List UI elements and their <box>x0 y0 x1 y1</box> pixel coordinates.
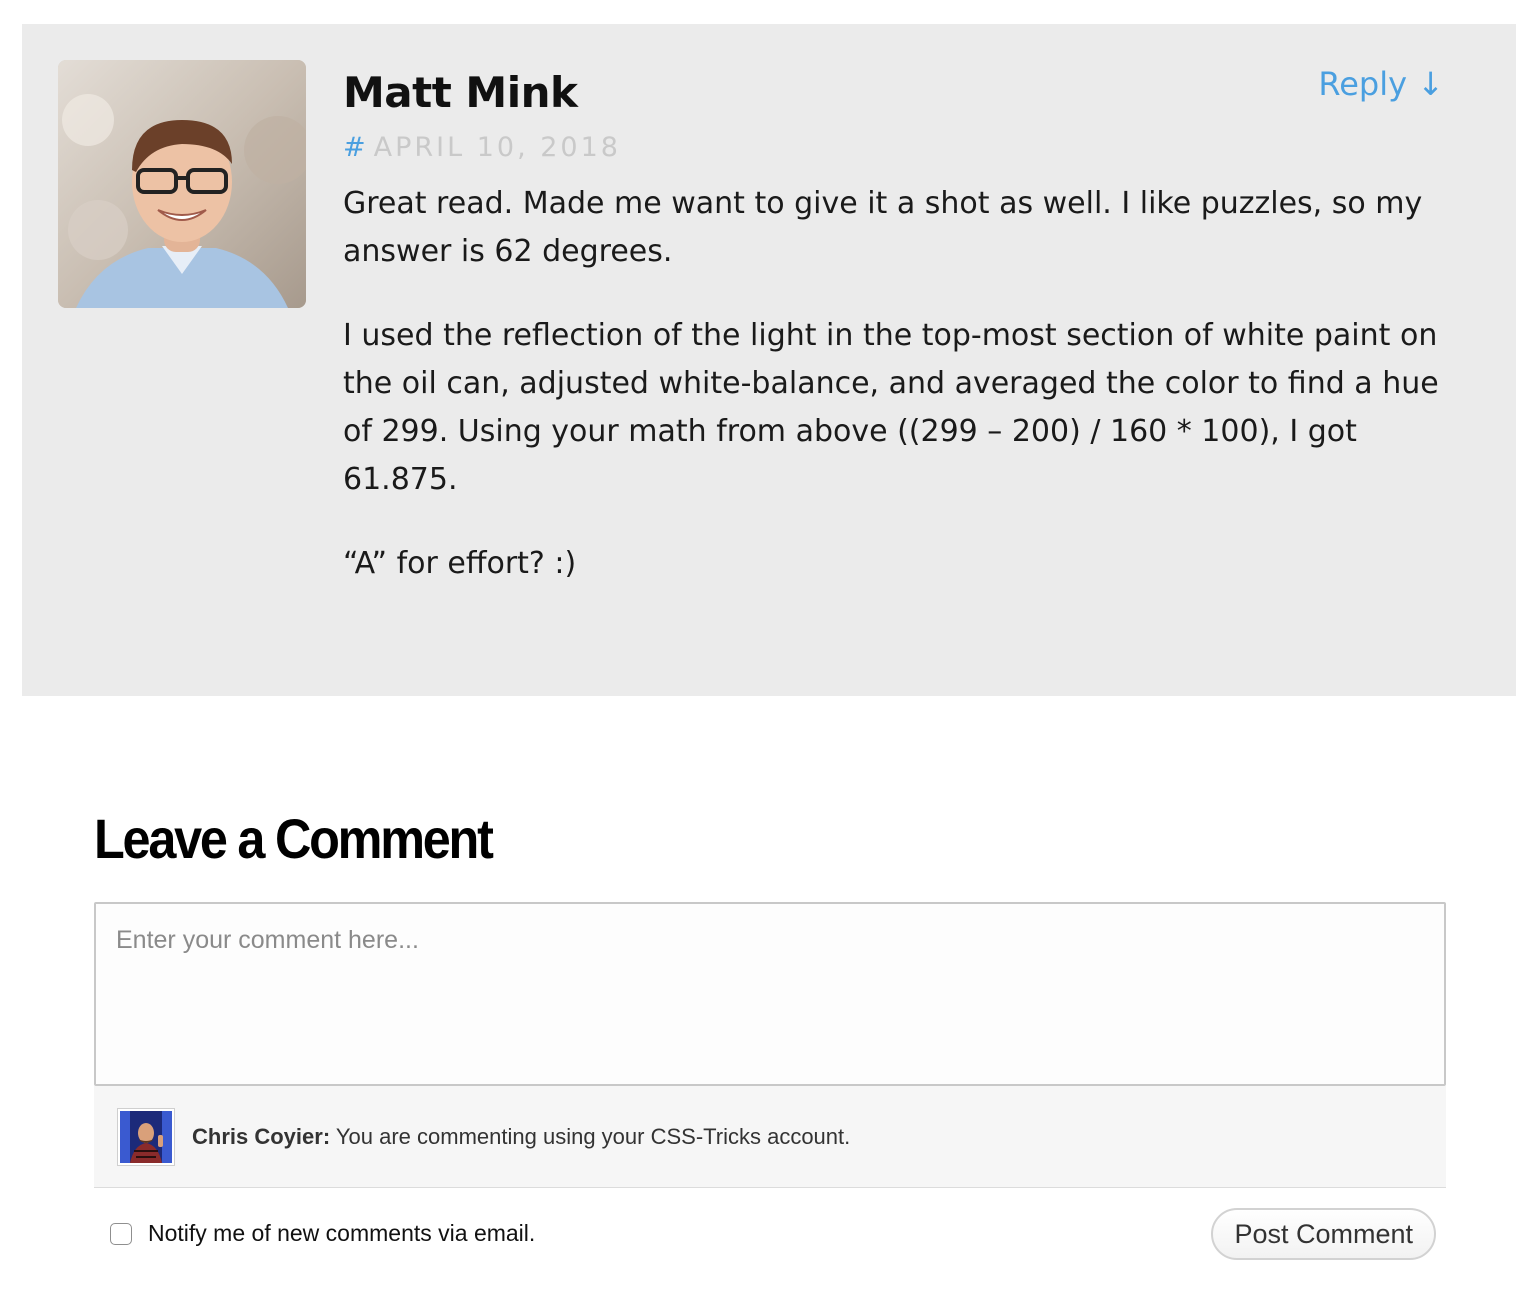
identity-description: You are commenting using your CSS-Tricks… <box>335 1123 851 1149</box>
comment-meta: # APRIL 10, 2018 <box>343 131 621 165</box>
commenter-avatar <box>117 1107 175 1166</box>
author-photo-icon <box>58 60 306 308</box>
comment-paragraph: I used the reflection of the light in th… <box>343 318 1439 497</box>
notify-label: Notify me of new comments via email. <box>148 1220 536 1246</box>
post-comment-button[interactable]: Post Comment <box>1211 1208 1436 1260</box>
comment-card: Matt Mink Reply ↓ # APRIL 10, 2018 Great … <box>22 24 1516 696</box>
comment-author: Matt Mink <box>343 68 578 117</box>
comment-date: APRIL 10, 2018 <box>373 132 621 163</box>
reply-link[interactable]: Reply ↓ <box>1318 64 1444 104</box>
commenter-photo-icon <box>120 1110 172 1163</box>
form-footer: Notify me of new comments via email. Pos… <box>94 1188 1446 1280</box>
leave-comment-heading: Leave a Comment <box>94 807 494 870</box>
permalink-link[interactable]: # <box>343 132 366 163</box>
author-avatar <box>58 60 306 308</box>
comment-form: Chris Coyier: You are commenting using y… <box>94 902 1446 1280</box>
comment-paragraph: Great read. Made me want to give it a sh… <box>343 186 1423 269</box>
comment-body: Great read. Made me want to give it a sh… <box>343 180 1453 624</box>
notify-checkbox[interactable] <box>110 1222 132 1245</box>
identity-name: Chris Coyier: <box>192 1123 331 1149</box>
identity-text: Chris Coyier: You are commenting using y… <box>192 1124 850 1150</box>
notify-option[interactable]: Notify me of new comments via email. <box>110 1220 535 1247</box>
comment-paragraph: “A” for effort? :) <box>343 546 577 581</box>
comment-textarea[interactable] <box>94 902 1446 1086</box>
identity-bar: Chris Coyier: You are commenting using y… <box>94 1086 1446 1188</box>
